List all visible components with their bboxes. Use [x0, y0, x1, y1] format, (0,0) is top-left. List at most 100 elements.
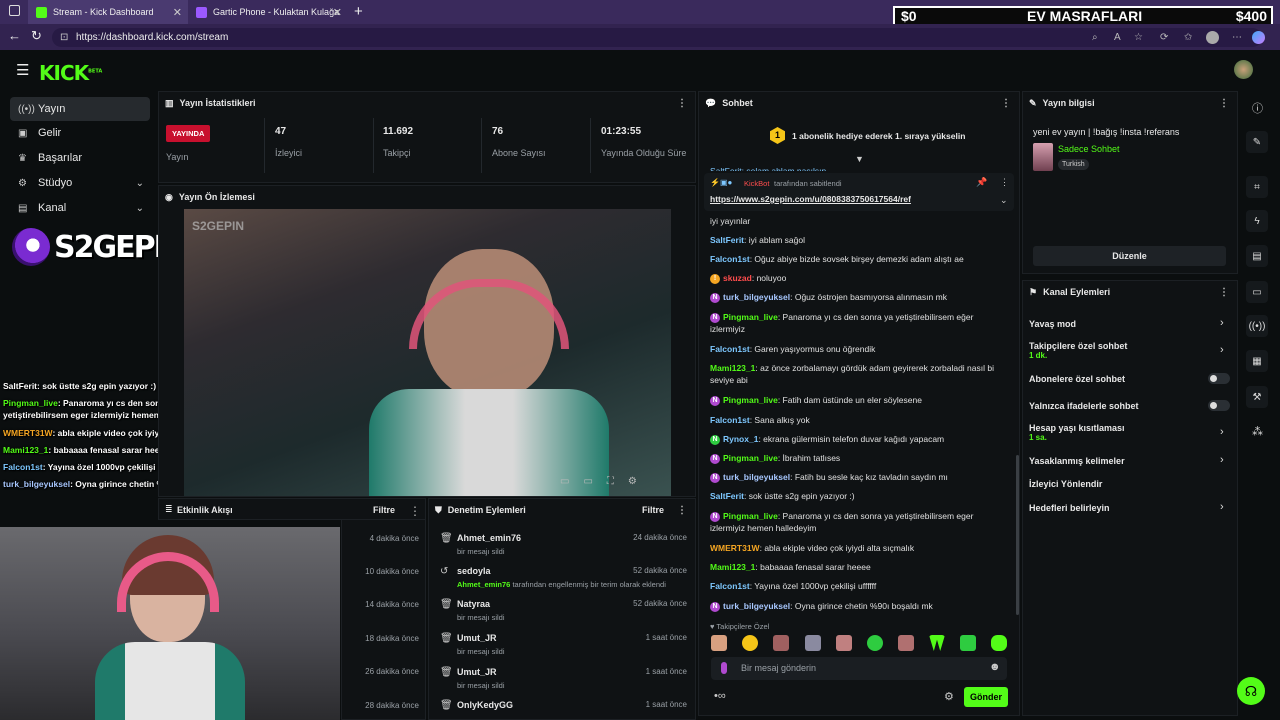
pinned-link[interactable]: https://www.s2gepin.com/u/08083837506175…: [710, 194, 911, 204]
more-options-icon[interactable]: ⋮: [1219, 98, 1229, 109]
chat-message[interactable]: ! skuzad: noluyoo: [710, 272, 995, 284]
chevron-down-icon[interactable]: ⌄: [1000, 195, 1008, 206]
more-options-icon[interactable]: ⋮: [677, 98, 687, 109]
kick-logo[interactable]: KICKBETA: [39, 61, 102, 85]
new-tab-button[interactable]: +: [354, 3, 363, 20]
subscribers-only-item[interactable]: Abonelere özel sohbet: [1029, 374, 1125, 384]
send-button[interactable]: Gönder: [964, 687, 1008, 707]
lightning-tool-icon[interactable]: ϟ: [1246, 210, 1268, 232]
user-avatar[interactable]: [1234, 60, 1253, 79]
chat-message[interactable]: N Pingman_live: İbrahim tatlıses: [710, 452, 995, 464]
mic-icon[interactable]: [721, 662, 727, 674]
wrench-tool-icon[interactable]: ⚒: [1246, 386, 1268, 408]
host-redirect-item[interactable]: İzleyici Yönlendir: [1029, 479, 1102, 489]
document-tool-icon[interactable]: ▤: [1246, 245, 1268, 267]
chat-scrollbar[interactable]: [1016, 455, 1019, 615]
category-name[interactable]: Sadece Sohbet: [1058, 144, 1120, 154]
tab-kick-dashboard[interactable]: Stream - Kick Dashboard ✕: [28, 0, 188, 24]
sidebar-item-gelir[interactable]: ▣ Gelir: [10, 121, 150, 145]
window-menu-icon[interactable]: [9, 5, 20, 16]
chat-message[interactable]: WMERT31W: abla ekiple video çok iyiydi a…: [710, 542, 995, 554]
emote-icon[interactable]: [991, 635, 1007, 651]
chat-message[interactable]: N Pingman_live: Panaroma yı cs den sonra …: [710, 311, 995, 335]
more-options-icon[interactable]: ⋮: [1001, 98, 1011, 109]
apps-icon[interactable]: ⁂: [1252, 425, 1263, 438]
emotes-only-toggle[interactable]: [1208, 400, 1230, 411]
more-menu-icon[interactable]: ⋯: [1232, 28, 1242, 47]
stream-preview-video[interactable]: S2GEPIN ▭▭⛶⚙: [184, 209, 671, 496]
banned-words-item[interactable]: Yasaklanmış kelimeler: [1029, 456, 1125, 466]
chat-message[interactable]: SaltFerit: iyi ablam sağol: [710, 234, 995, 246]
edit-button[interactable]: Düzenle: [1033, 246, 1226, 266]
collections-icon[interactable]: ✩: [1184, 28, 1192, 47]
sidebar-item-yayin[interactable]: ((•)) Yayın: [10, 97, 150, 121]
close-tab-icon[interactable]: ✕: [173, 6, 182, 19]
settings-gear-icon[interactable]: ⚙: [944, 690, 954, 703]
chat-message[interactable]: SaltFerit: sok üstte s2g epin yazıyor :): [710, 490, 995, 502]
chat-message[interactable]: Falcon1st: Sana alkış yok: [710, 414, 995, 426]
site-info-icon[interactable]: ⊡: [60, 28, 68, 47]
close-tab-icon[interactable]: ✕: [333, 6, 342, 19]
slow-mode-item[interactable]: Yavaş mod: [1029, 319, 1076, 329]
chevron-right-icon[interactable]: ›: [1220, 426, 1224, 438]
chat-tool-icon[interactable]: ▭: [1246, 281, 1268, 303]
more-options-icon[interactable]: ⋮: [677, 505, 687, 516]
more-options-icon[interactable]: ⋮: [1219, 287, 1229, 298]
moderation-filter-button[interactable]: Filtre: [642, 505, 664, 515]
emote-icon[interactable]: [867, 635, 883, 651]
chat-message[interactable]: iyi yayınlar: [710, 215, 995, 227]
chat-message[interactable]: N Pingman_live: Panaroma yı cs den sonra …: [710, 510, 995, 534]
chat-message[interactable]: Mami123_1: az önce zorbalamayı gördük ad…: [710, 362, 995, 386]
more-options-icon[interactable]: ⋮: [1000, 177, 1009, 188]
chevron-right-icon[interactable]: ›: [1220, 317, 1224, 329]
emote-icon[interactable]: [742, 635, 758, 651]
account-age-item[interactable]: Hesap yaşı kısıtlaması 1 sa.: [1029, 423, 1125, 442]
chevron-right-icon[interactable]: ›: [1220, 344, 1224, 356]
chat-input[interactable]: Bir mesaj gönderin ☻: [711, 657, 1007, 680]
favorite-star-icon[interactable]: ☆: [1134, 28, 1143, 47]
emotes-only-item[interactable]: Yalnızca ifadelerle sohbet: [1029, 401, 1139, 411]
chat-message[interactable]: N Rynox_1: ekrana gülermisin telefon duva…: [710, 433, 995, 445]
info-icon[interactable]: ⓘ: [1252, 100, 1263, 116]
emote-icon[interactable]: [773, 635, 789, 651]
activity-filter-button[interactable]: Filtre: [373, 505, 395, 515]
infinity-icon[interactable]: •∞: [714, 690, 726, 702]
broadcast-tool-icon[interactable]: ((•)): [1246, 315, 1268, 337]
chat-message[interactable]: Nturk_bilgeyuksel: Fatih bu sesle kaç kı…: [710, 471, 995, 483]
chat-message[interactable]: Falcon1st: Oğuz abiye bizde sovsek birşe…: [710, 253, 995, 265]
extensions-icon[interactable]: ⟳: [1160, 28, 1168, 47]
pin-icon[interactable]: 📌: [976, 177, 987, 188]
collapse-banner-icon[interactable]: ▼: [855, 154, 864, 164]
emote-icon[interactable]: [898, 635, 914, 651]
help-support-icon[interactable]: ☊: [1237, 677, 1265, 705]
sidebar-item-basarilar[interactable]: ♛ Başarılar: [10, 146, 150, 170]
chat-message[interactable]: Nturk_bilgeyuksel: Oğuz östrojen basmıyo…: [710, 291, 995, 303]
sidebar-item-kanal[interactable]: ▤ Kanal ⌄: [10, 196, 150, 220]
chat-message[interactable]: N Pingman_live: Fatih dam üstünde un eler…: [710, 394, 995, 406]
chevron-right-icon[interactable]: ›: [1220, 501, 1224, 513]
emote-icon[interactable]: [711, 635, 727, 651]
chat-message[interactable]: Nturk_bilgeyuksel: Oyna girince chetin %…: [710, 600, 995, 612]
reload-icon[interactable]: ↻: [31, 28, 42, 44]
chat-message[interactable]: Mami123_1: babaaaa fenasal sarar heeee: [710, 561, 995, 573]
emote-icon[interactable]: [836, 635, 852, 651]
url-field[interactable]: ⊡ https://dashboard.kick.com/stream ⌕ A …: [52, 28, 1265, 47]
clip-tool-icon[interactable]: ⌗: [1246, 176, 1268, 198]
hamburger-menu-icon[interactable]: ☰: [16, 61, 29, 79]
player-controls[interactable]: ▭▭⛶⚙: [560, 476, 651, 487]
followers-only-item[interactable]: Takipçilere özel sohbet 1 dk.: [1029, 341, 1127, 360]
emote-icon[interactable]: [960, 635, 976, 651]
pinned-message[interactable]: ⚡▣● KickBot tarafından sabitlendi 📌 ⋮ ht…: [704, 173, 1014, 211]
tab-gartic-phone[interactable]: Gartic Phone - Kulaktan Kulağa ✕: [188, 0, 348, 24]
profile-avatar-icon[interactable]: [1206, 31, 1219, 44]
zoom-icon[interactable]: ⌕: [1092, 28, 1098, 47]
subscribers-only-toggle[interactable]: [1208, 373, 1230, 384]
chat-message[interactable]: Falcon1st: Yayına özel 1000vp çekilişi u…: [710, 580, 995, 592]
back-icon[interactable]: ←: [8, 28, 21, 43]
gift-banner[interactable]: 1 abonelik hediye ederek 1. sıraya yükse…: [792, 131, 965, 141]
edit-tool-icon[interactable]: ✎: [1246, 131, 1268, 153]
set-goals-item[interactable]: Hedefleri belirleyin: [1029, 503, 1110, 513]
emoji-icon[interactable]: ☻: [989, 661, 1001, 673]
chat-message[interactable]: Falcon1st: Garen yaşıyormus onu öğrendik: [710, 343, 995, 355]
copilot-icon[interactable]: [1252, 31, 1265, 44]
